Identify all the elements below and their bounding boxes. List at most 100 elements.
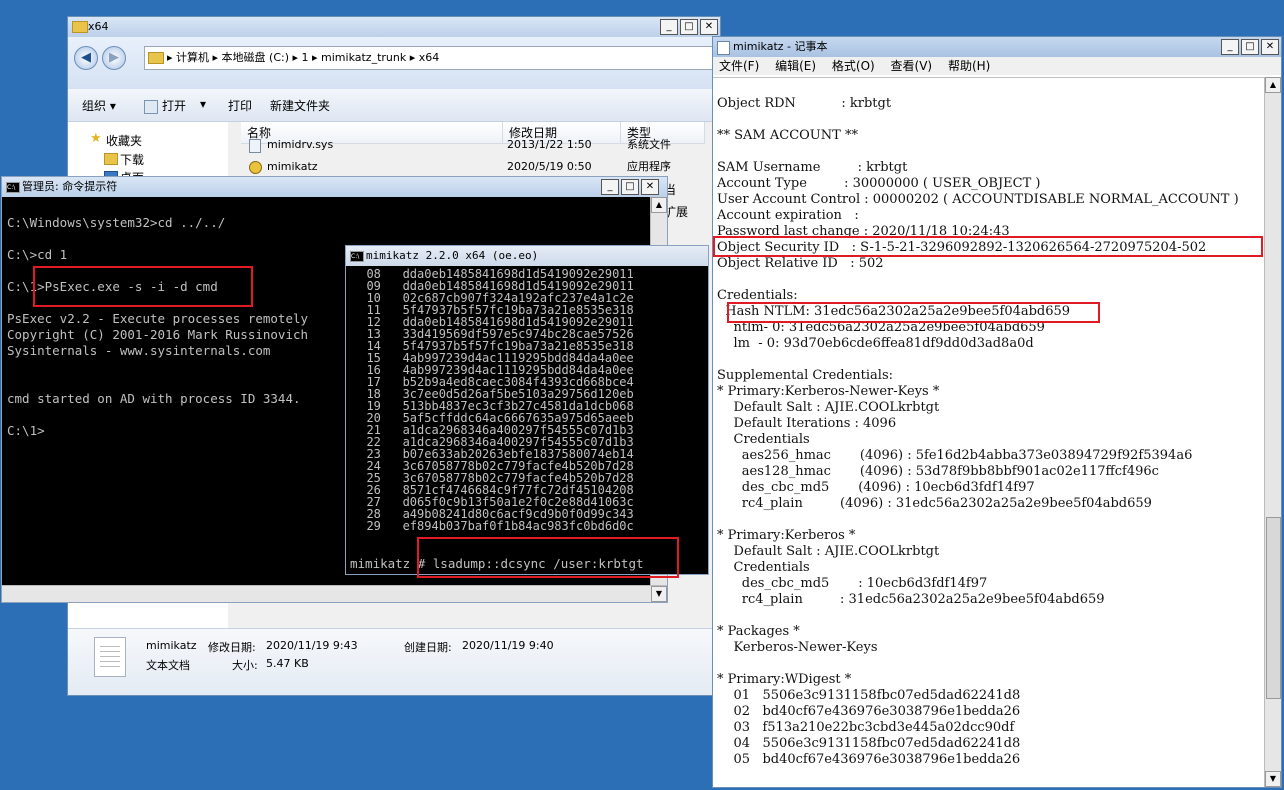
explorer-toolbar: 组织 ▾ 打开 ▾ 打印 新建文件夹 [68,89,720,122]
minimize-button[interactable]: _ [660,19,678,35]
maximize-button[interactable]: □ [621,179,639,195]
open-icon [144,99,158,114]
notepad-line: * Packages * [717,624,800,639]
nav-item-downloads[interactable]: 下载 [104,151,145,168]
notepad-line: Account expiration : [717,208,859,223]
notepad-line: 01 5506e3c9131158fbc07ed5dad62241d8 [717,688,1021,703]
cmd-line [7,231,308,247]
notepad-titlebar[interactable]: mimikatz - 记事本 _ □ ✕ [713,37,1281,57]
details-modified: 2020/11/19 9:43 [266,639,358,652]
notepad-line [717,112,1239,128]
scroll-down-button[interactable]: ▼ [651,586,667,602]
forward-button[interactable]: ▶ [102,46,126,70]
file-date: 2020/5/19 0:50 [507,160,592,173]
notepad-line: * Primary:Kerberos * [717,528,856,543]
sys-file-icon [249,139,261,153]
notepad-line: 03 f513a210e22bc3cbd3e445a02dcc90df [717,720,1015,735]
notepad-text-area[interactable]: Object RDN : krbtgt ** SAM ACCOUNT ** SA… [713,77,1265,787]
console-icon: C:\ [6,182,20,193]
menu-file[interactable]: 文件(F) [719,59,759,73]
close-button[interactable]: ✕ [641,179,659,195]
exe-icon [249,161,262,174]
notepad-line: des_cbc_md5 : 10ecb6d3fdf14f97 [717,576,988,591]
mimikatz-output[interactable]: 08 dda0eb1485841698d1d5419092e29011 09 d… [352,268,633,532]
address-area: ◀ ▶ ▸ 计算机 ▸ 本地磁盘 (C:) ▸ 1 ▸ mimikatz_tru… [68,37,720,89]
details-modified-label: 修改日期: [208,641,256,654]
download-folder-icon [104,153,118,165]
folder-icon [148,52,164,64]
organize-button[interactable]: 组织 ▾ [82,97,116,114]
nav-item-label: 收藏夹 [106,134,143,148]
menu-format[interactable]: 格式(O) [832,59,875,73]
open-label: 打开 [162,99,187,113]
nav-item-label: 下载 [120,153,145,167]
notepad-line: Credentials [717,432,810,447]
highlight-box [417,537,679,578]
notepad-icon [717,41,730,55]
cmd-line [7,375,308,391]
details-filename: mimikatz [146,639,197,652]
notepad-line: Default Salt : AJIE.COOLkrbtgt [717,400,940,415]
mimikatz-titlebar[interactable]: C:\ mimikatz 2.2.0 x64 (oe.eo) [346,246,708,266]
notepad-line: des_cbc_md5 (4096) : 10ecb6d3fdf14f97 [717,480,1035,495]
menu-view[interactable]: 查看(V) [891,59,933,73]
minimize-button[interactable]: _ [1221,39,1239,55]
scroll-up-button[interactable]: ▲ [1265,77,1281,93]
file-type: 系统文件 [627,138,671,151]
menu-edit[interactable]: 编辑(E) [775,59,816,73]
file-row[interactable]: mimikatz 2020/5/19 0:50 应用程序 [243,156,720,178]
cmd-title: 管理员: 命令提示符 [22,180,118,193]
new-folder-button[interactable]: 新建文件夹 [270,97,330,114]
details-filetype: 文本文档 [146,659,190,672]
notepad-line: User Account Control : 00000202 ( ACCOUN… [717,192,1239,207]
notepad-window: mimikatz - 记事本 _ □ ✕ 文件(F) 编辑(E) 格式(O) 查… [712,36,1282,788]
details-size: 5.47 KB [266,657,309,670]
notepad-line: 05 bd40cf67e436976e3038796e1bedda26 [717,752,1021,767]
cmd-line: Copyright (C) 2001-2016 Mark Russinovich [7,327,309,342]
notepad-line: SAM Username : krbtgt [717,160,908,175]
nav-item-favorites[interactable]: ★ 收藏夹 [90,131,143,149]
console-icon: C:\ [350,251,364,262]
maximize-button[interactable]: □ [1241,39,1259,55]
back-button[interactable]: ◀ [74,46,98,70]
file-row[interactable]: mimidrv.sys 2013/1/22 1:50 系统文件 [243,134,720,156]
notepad-line: rc4_plain : 31edc56a2302a25a2e9bee5f04ab… [717,592,1105,607]
notepad-scrollbar[interactable]: ▲ ▼ [1264,77,1281,787]
open-dropdown-arrow[interactable]: ▾ [200,97,206,111]
highlight-box [33,266,253,307]
print-button[interactable]: 打印 [228,97,252,114]
notepad-line: * Primary:Kerberos-Newer-Keys * [717,384,940,399]
menu-help[interactable]: 帮助(H) [948,59,990,73]
scroll-down-button[interactable]: ▼ [1265,771,1281,787]
close-button[interactable]: ✕ [700,19,718,35]
mimikatz-console-window: C:\ mimikatz 2.2.0 x64 (oe.eo) 08 dda0eb… [345,245,709,575]
notepad-line: * Primary:WDigest * [717,672,852,687]
scroll-up-button[interactable]: ▲ [651,197,667,213]
highlight-box [713,236,1263,257]
notepad-line [717,144,1239,160]
minimize-button[interactable]: _ [601,179,619,195]
notepad-line [717,352,1239,368]
maximize-button[interactable]: □ [680,19,698,35]
notepad-content[interactable]: Object RDN : krbtgt ** SAM ACCOUNT ** SA… [717,96,1239,768]
cmd-line: cmd started on AD with process ID 3344. [7,391,301,406]
open-button[interactable]: 打开 [144,97,186,114]
file-type: 应用程序 [627,160,671,173]
cmd-line: C:\1> [7,423,45,438]
notepad-line [717,656,1239,672]
notepad-line: Account Type : 30000000 ( USER_OBJECT ) [717,176,1041,191]
notepad-line: Kerberos-Newer-Keys [717,640,878,655]
cmd-titlebar[interactable]: C:\ 管理员: 命令提示符 _ □ ✕ [2,177,667,197]
cmd-hscrollbar[interactable]: ▼ [2,585,667,602]
cmd-line: C:\Windows\system32>cd ../../ [7,215,226,230]
notepad-line [717,272,1239,288]
cmd-line: PsExec v2.2 - Execute processes remotely [7,311,309,326]
close-button[interactable]: ✕ [1261,39,1279,55]
cmd-output[interactable]: C:\Windows\system32>cd ../../ C:\>cd 1 C… [7,215,308,439]
notepad-line: rc4_plain (4096) : 31edc56a2302a25a2e9be… [717,496,1152,511]
address-bar[interactable]: ▸ 计算机 ▸ 本地磁盘 (C:) ▸ 1 ▸ mimikatz_trunk ▸… [144,46,720,70]
notepad-line: Object Relative ID : 502 [717,256,884,271]
scroll-thumb[interactable] [1266,517,1281,699]
details-created-label: 创建日期: [404,641,452,654]
explorer-titlebar[interactable]: x64 _ □ ✕ [68,17,720,37]
